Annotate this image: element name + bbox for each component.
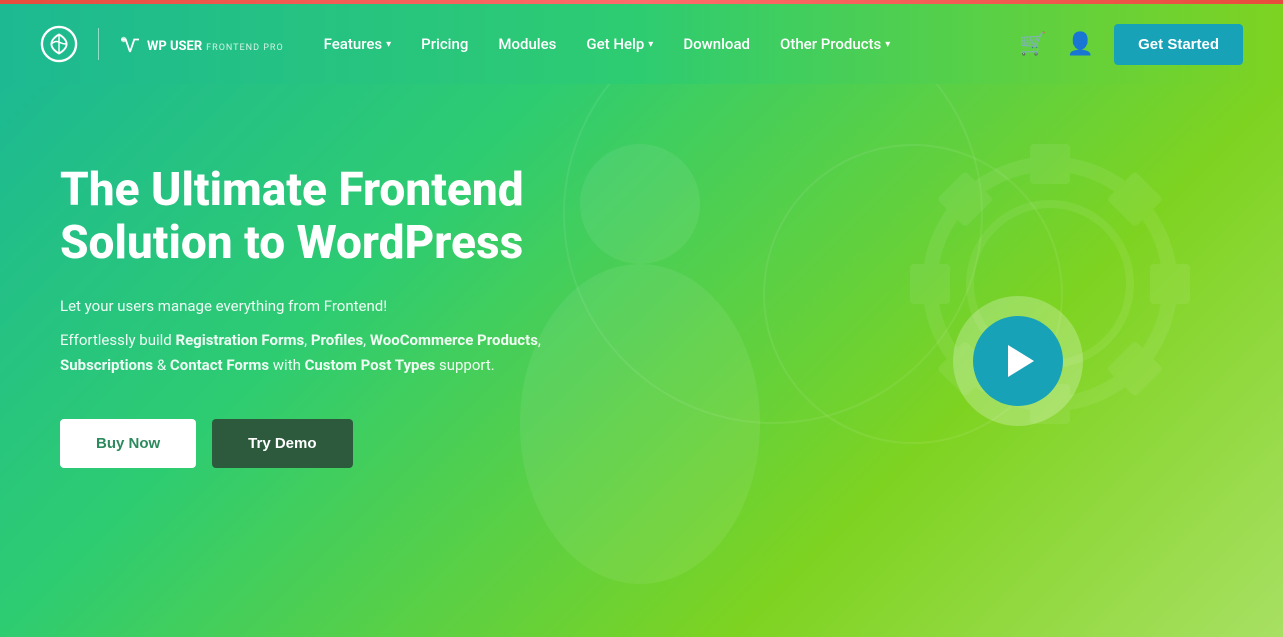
play-button-wrap	[953, 296, 1083, 426]
get-started-button[interactable]: Get Started	[1114, 24, 1243, 65]
nav-item-features[interactable]: Features ▾	[324, 35, 392, 53]
chevron-down-icon: ▾	[885, 39, 890, 50]
buy-now-button[interactable]: Buy Now	[60, 419, 196, 468]
user-icon[interactable]: 👤	[1067, 32, 1094, 57]
nav-item-modules[interactable]: Modules	[498, 35, 556, 53]
hero-buttons: Buy Now Try Demo	[60, 419, 541, 468]
hero-description: Effortlessly build Registration Forms, P…	[60, 328, 541, 379]
logo-divider	[98, 28, 99, 60]
nav-item-other-products[interactable]: Other Products ▾	[780, 35, 890, 53]
hero-section: The Ultimate Frontend Solution to WordPr…	[0, 84, 1283, 637]
logo-icon	[40, 25, 78, 63]
hero-subtitle: Let your users manage everything from Fr…	[60, 294, 541, 318]
cart-icon[interactable]: 🛒	[1019, 32, 1046, 57]
logo-text-group: WP USER FRONTEND PRO	[119, 35, 284, 54]
try-demo-button[interactable]: Try Demo	[212, 419, 352, 468]
nav-item-get-help[interactable]: Get Help ▾	[586, 35, 653, 53]
nav-links: Features ▾ Pricing Modules Get Help ▾ Do…	[324, 35, 1020, 53]
navbar: WP USER FRONTEND PRO Features ▾ Pricing …	[0, 4, 1283, 84]
logo-text: WP USER FRONTEND PRO	[147, 35, 284, 54]
nav-item-download[interactable]: Download	[683, 35, 750, 53]
play-button-inner[interactable]	[973, 316, 1063, 406]
logo-area: WP USER FRONTEND PRO	[40, 25, 284, 63]
hero-content: The Ultimate Frontend Solution to WordPr…	[60, 164, 541, 468]
logo-sub: FRONTEND PRO	[206, 43, 283, 53]
nav-actions: 🛒 👤 Get Started	[1019, 24, 1243, 65]
nav-item-pricing[interactable]: Pricing	[421, 35, 468, 53]
play-icon	[1008, 345, 1034, 377]
play-button-outer[interactable]	[953, 296, 1083, 426]
wp-user-logo-icon	[119, 35, 141, 53]
chevron-down-icon: ▾	[386, 39, 391, 50]
hero-title: The Ultimate Frontend Solution to WordPr…	[60, 164, 541, 270]
logo-brand: WP USER	[147, 39, 202, 54]
deco-circle-1	[563, 84, 983, 424]
chevron-down-icon: ▾	[648, 39, 653, 50]
